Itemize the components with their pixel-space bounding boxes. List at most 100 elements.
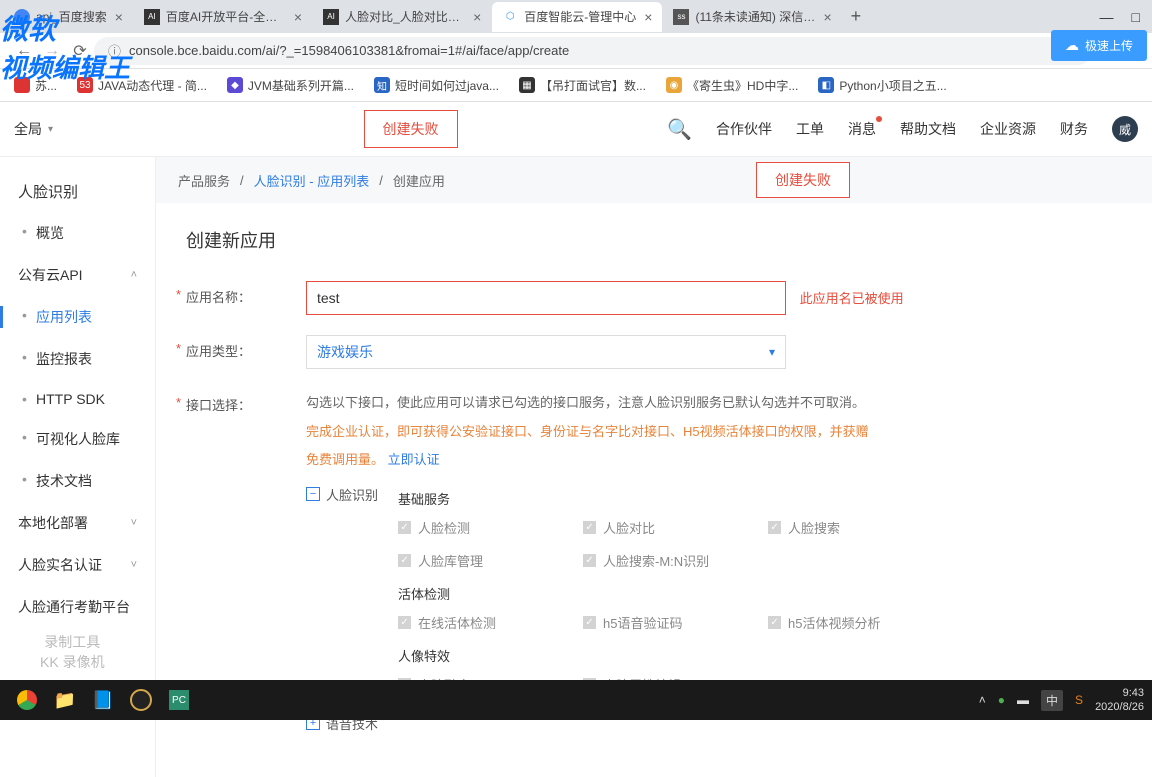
tab-2[interactable]: AI人脸对比_人脸对比识别_人× <box>313 2 491 32</box>
tray-ime[interactable]: 中 <box>1041 690 1063 711</box>
tray-network-icon[interactable]: ▬ <box>1017 693 1029 707</box>
face-service-collapse[interactable]: − 人脸识别 <box>306 485 378 504</box>
sidebar-group-本地化部署[interactable]: 本地化部署 ˅ <box>0 502 155 544</box>
chevron-up-icon: ˄ <box>131 269 137 281</box>
bookmark-label: 《寄生虫》HD中字... <box>687 77 798 94</box>
taskbar-explorer[interactable]: 📁 <box>46 682 84 718</box>
sidebar-root[interactable]: 人脸识别 <box>0 171 155 212</box>
nav-partners[interactable]: 合作伙伴 <box>716 119 772 139</box>
avatar[interactable]: 威 <box>1112 116 1138 142</box>
service-label: 人脸对比 <box>603 518 655 537</box>
cloud-icon: ☁ <box>1065 37 1079 54</box>
tab-4[interactable]: ss(11条未读通知) 深信服pyt× <box>663 2 841 32</box>
address-bar: ← → ⟳ ⓘ console.bce.baidu.com/ai/?_=1598… <box>0 33 1152 69</box>
bookmark-favicon: ◧ <box>818 77 834 93</box>
crumb-products[interactable]: 产品服务 <box>178 171 230 190</box>
taskbar-pycharm[interactable]: PC <box>160 682 198 718</box>
bookmark-label: 【吊打面试官】数... <box>540 77 646 94</box>
global-label: 全局 <box>14 119 42 139</box>
bookmark-label: 短时间如何过java... <box>395 77 499 94</box>
recorder-watermark: 录制工具 KK 录像机 <box>40 632 105 672</box>
bookmark-item[interactable]: ◆ JVM基础系列开篇... <box>227 77 354 94</box>
sidebar-group-人脸实名认证[interactable]: 人脸实名认证 ˅ <box>0 544 155 586</box>
crumb-face-list[interactable]: 人脸识别 - 应用列表 <box>254 171 370 190</box>
minimize-icon[interactable]: — <box>1100 9 1114 25</box>
create-fail-alert-2[interactable]: 创建失败 <box>756 162 850 198</box>
console-topbar: 全局 ▾ 创建失败 🔍 合作伙伴 工单 消息 帮助文档 企业资源 财务 威 <box>0 102 1152 157</box>
nav-help[interactable]: 帮助文档 <box>900 119 956 139</box>
upload-overlay-button[interactable]: ☁ 极速上传 <box>1051 30 1147 61</box>
global-selector[interactable]: 全局 ▾ <box>14 119 154 139</box>
verify-link[interactable]: 立即认证 <box>388 452 440 467</box>
app-type-select[interactable]: 游戏娱乐 ▾ <box>306 335 786 369</box>
tray-clock[interactable]: 9:43 2020/8/26 <box>1095 686 1144 715</box>
search-icon[interactable]: 🔍 <box>667 117 692 142</box>
bookmark-item[interactable]: ◉《寄生虫》HD中字... <box>666 77 798 94</box>
service-label: h5活体视频分析 <box>788 613 880 632</box>
upload-label: 极速上传 <box>1085 37 1133 54</box>
bookmark-favicon: ◆ <box>227 77 243 93</box>
bookmark-favicon: ▦ <box>519 77 535 93</box>
close-icon[interactable]: × <box>473 9 481 25</box>
app-name-input[interactable] <box>306 281 786 315</box>
close-icon[interactable]: × <box>294 9 302 25</box>
minus-icon: − <box>306 487 320 501</box>
url-field[interactable]: ⓘ console.bce.baidu.com/ai/?_=1598406103… <box>94 37 1092 65</box>
sidebar-item-监控报表[interactable]: 监控报表 <box>0 338 155 380</box>
service-group-title: 人像特效 <box>398 646 1122 665</box>
nav-enterprise[interactable]: 企业资源 <box>980 119 1036 139</box>
chevron-down-icon: ˅ <box>131 559 137 571</box>
taskbar-notes[interactable]: 📘 <box>84 682 122 718</box>
chevron-down-icon: ˅ <box>131 517 137 529</box>
bookmark-item[interactable]: ▦ 【吊打面试官】数... <box>519 77 646 94</box>
sidebar-item-应用列表[interactable]: 应用列表 <box>0 296 155 338</box>
close-icon[interactable]: × <box>823 9 831 25</box>
bookmark-label: JVM基础系列开篇... <box>248 77 354 94</box>
sidebar-label: 人脸实名认证 <box>18 555 102 575</box>
bookmark-item[interactable]: ◧ Python小项目之五... <box>818 77 946 94</box>
sidebar-item-人脸通行考勤平台[interactable]: 人脸通行考勤平台 <box>0 586 155 628</box>
service-label: 人脸搜索 <box>788 518 840 537</box>
tab-title: (11条未读通知) 深信服pyt <box>695 8 815 25</box>
tab-1[interactable]: AI百度AI开放平台-全球领先× <box>134 2 312 32</box>
sidebar-item-技术文档[interactable]: 技术文档 <box>0 460 155 502</box>
sidebar-label: 本地化部署 <box>18 513 88 533</box>
service-checkbox-人脸库管理: ✓人脸库管理 <box>398 551 528 570</box>
check-icon: ✓ <box>583 521 596 534</box>
tab-3-active[interactable]: ⬡百度智能云-管理中心× <box>492 2 662 32</box>
service-label: 人脸搜索-M:N识别 <box>603 551 709 570</box>
nav-messages[interactable]: 消息 <box>848 119 876 139</box>
tab-title: 百度智能云-管理中心 <box>524 8 636 25</box>
sidebar-item-可视化人脸库[interactable]: 可视化人脸库 <box>0 418 155 460</box>
service-checkbox-人脸对比: ✓ 人脸对比 <box>583 518 713 537</box>
check-icon: ✓ <box>398 616 411 629</box>
taskbar-app1[interactable] <box>122 682 160 718</box>
service-checkbox-h5活体视频分析: ✓h5活体视频分析 <box>768 613 898 632</box>
bookmark-item[interactable]: 知短时间如何过java... <box>374 77 499 94</box>
window-controls: — □ <box>1100 9 1148 25</box>
taskbar-chrome[interactable] <box>8 682 46 718</box>
create-fail-alert-1[interactable]: 创建失败 <box>364 110 458 148</box>
video-editor-watermark: 微软 视频编辑王 <box>0 8 130 85</box>
nav-finance[interactable]: 财务 <box>1060 119 1088 139</box>
service-row: ✓在线活体检测✓h5语音验证码✓h5活体视频分析 <box>398 613 1122 632</box>
check-icon: ✓ <box>583 554 596 567</box>
page-title: 创建新应用 <box>186 227 1122 253</box>
interface-hint: 勾选以下接口，使此应用可以请求已勾选的接口服务，注意人脸识别服务已默认勾选并不可… <box>306 389 1122 475</box>
sidebar-item-HTTP SDK[interactable]: HTTP SDK <box>0 380 155 418</box>
new-tab-button[interactable]: + <box>851 6 862 27</box>
tray-wechat-icon[interactable]: ● <box>998 693 1005 707</box>
maximize-icon[interactable]: □ <box>1132 9 1140 25</box>
check-icon: ✓ <box>583 616 596 629</box>
nav-tickets[interactable]: 工单 <box>796 119 824 139</box>
watermark-line2: 视频编辑王 <box>0 48 130 85</box>
crumb-sep: / <box>240 173 244 188</box>
close-icon[interactable]: × <box>644 9 652 25</box>
sidebar-group-公有云API[interactable]: 公有云API˄ <box>0 254 155 296</box>
app-name-label: 应用名称： <box>186 281 306 315</box>
sidebar-item-概览[interactable]: 概览 <box>0 212 155 254</box>
chevron-down-icon: ▾ <box>48 124 53 135</box>
tray-sogou-icon[interactable]: S <box>1075 693 1083 707</box>
tray-chevron-up-icon[interactable]: ˄ <box>979 693 986 707</box>
bookmark-label: Python小项目之五... <box>839 77 946 94</box>
